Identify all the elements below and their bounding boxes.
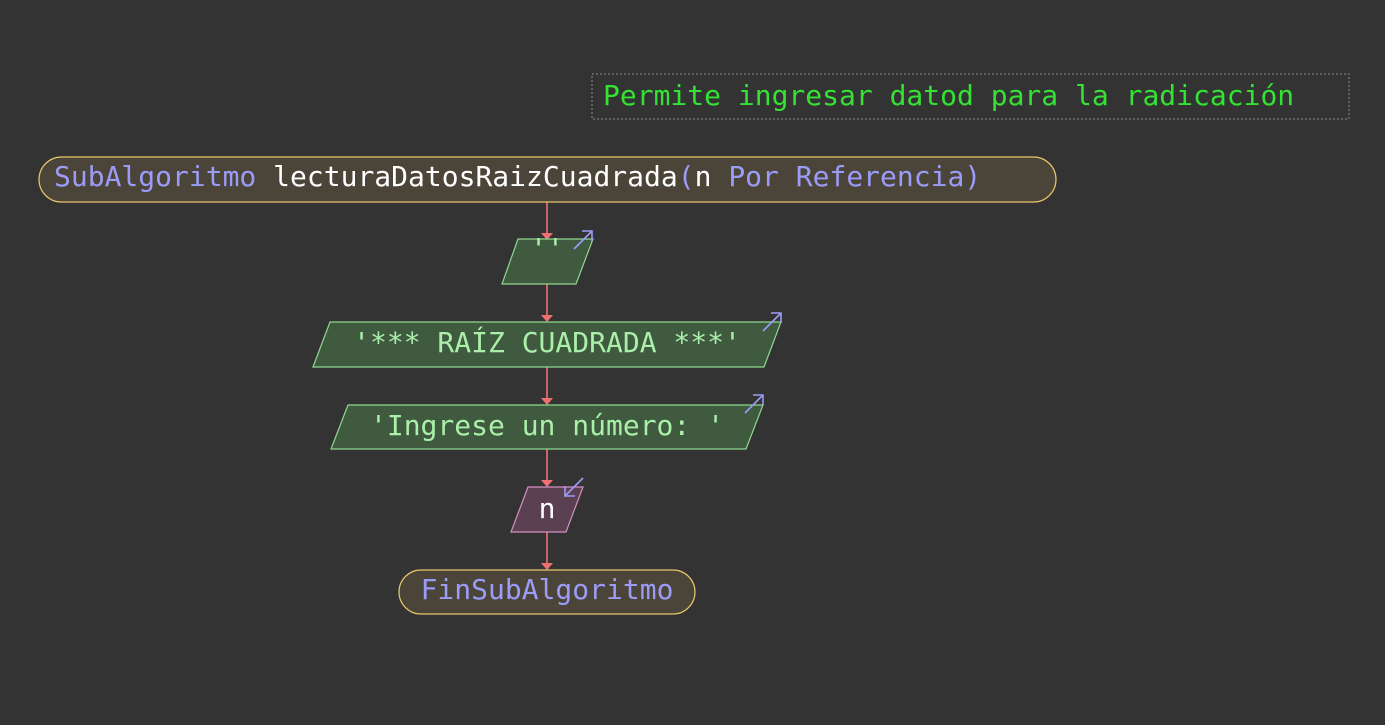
arrowhead-4 (541, 480, 553, 487)
input-variable: n (539, 492, 556, 525)
subalgorithm-footer[interactable]: FinSubAlgoritmo (398, 569, 696, 615)
output-step-empty[interactable]: '' (501, 230, 594, 285)
header-param-modifier: Por Referencia (728, 160, 964, 193)
arrowhead-2 (541, 315, 553, 322)
subalgorithm-header[interactable]: SubAlgoritmo lecturaDatosRaizCuadrada(n … (38, 156, 1057, 203)
arrowhead-5 (541, 563, 553, 570)
header-close-paren: ) (964, 160, 981, 193)
header-open-paren: ( (678, 160, 695, 193)
header-keyword: SubAlgoritmo (54, 160, 256, 193)
header-signature: SubAlgoritmo lecturaDatosRaizCuadrada(n … (54, 160, 981, 193)
output-text: '' (530, 232, 564, 265)
header-param: n (695, 160, 712, 193)
comment-text: Permite ingresar datod para la radicació… (603, 79, 1294, 112)
header-param-gap (711, 160, 728, 193)
footer-keyword: FinSubAlgoritmo (421, 573, 674, 606)
arrowhead-3 (541, 398, 553, 405)
header-function-name: lecturaDatosRaizCuadrada (273, 160, 678, 193)
output-text: '*** RAÍZ CUADRADA ***' (353, 325, 741, 359)
flowchart-canvas: Permite ingresar datod para la radicació… (38, 73, 1350, 615)
output-text: 'Ingrese un número: ' (370, 409, 724, 442)
comment-block[interactable]: Permite ingresar datod para la radicació… (591, 73, 1350, 120)
header-name-gap (256, 160, 273, 193)
